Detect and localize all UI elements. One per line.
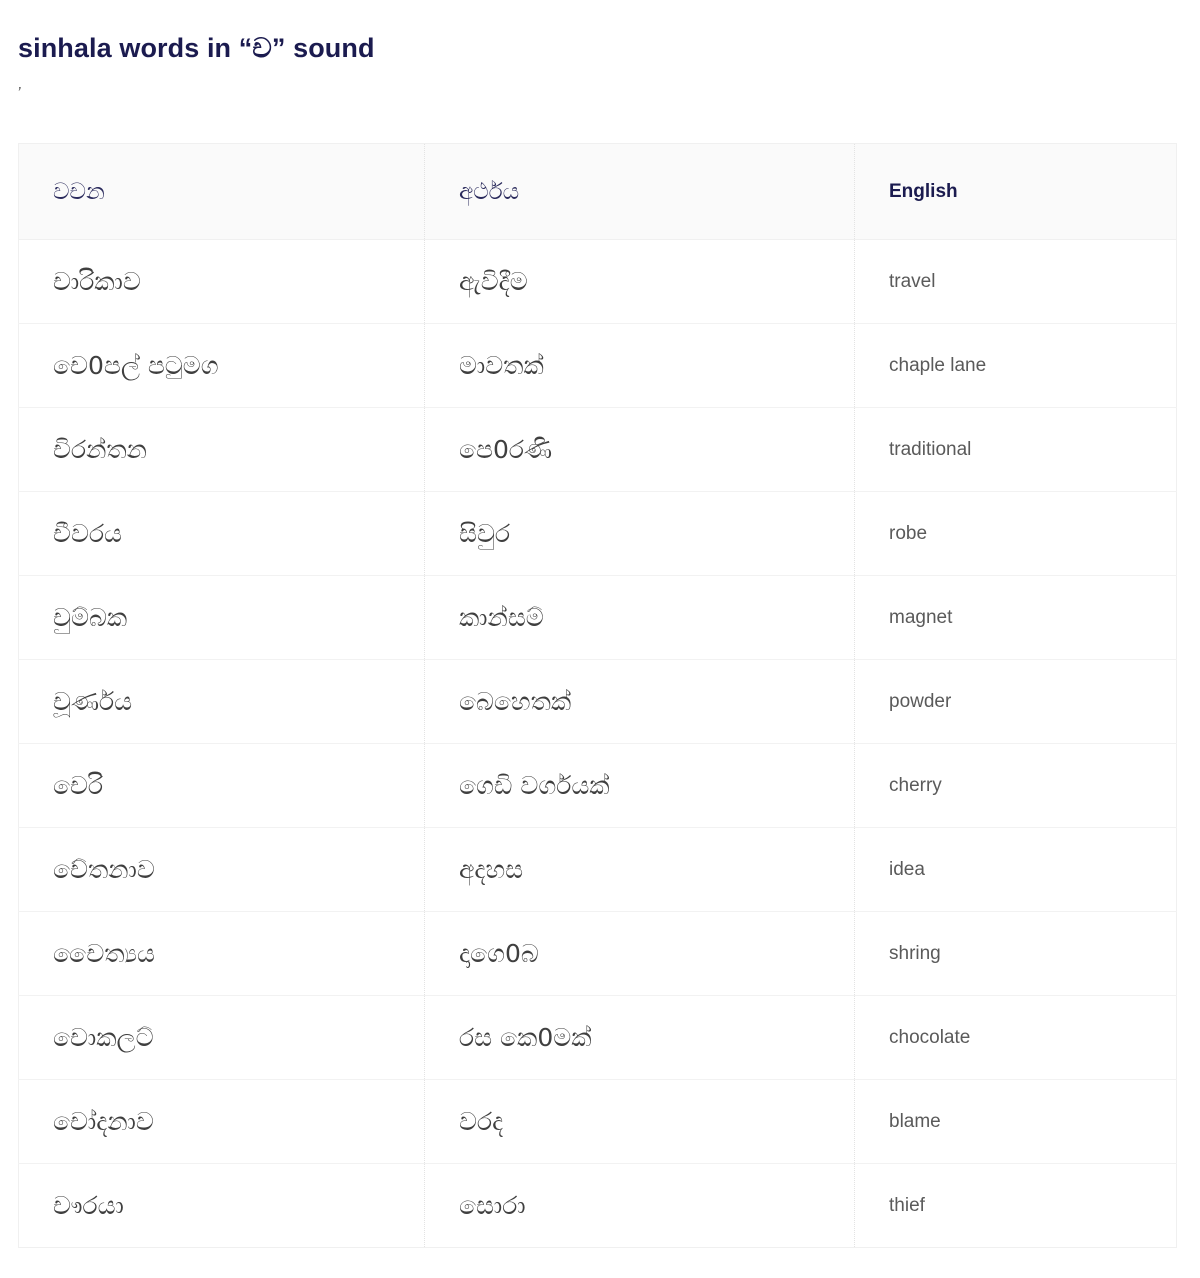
column-header-meaning: අර්ථය xyxy=(424,143,855,240)
cell-english: thief xyxy=(854,1163,1177,1248)
cell-word: චොකලට් xyxy=(18,995,425,1080)
cell-meaning: ඇවිදීම xyxy=(424,239,855,324)
cell-word: චෙ0පල් පටුමග xyxy=(18,323,425,408)
words-table-container: වචන අර්ථය English චාරිකාව ඇවිදීම travel චෙ0… xyxy=(18,143,1177,1248)
cell-english: powder xyxy=(854,659,1177,744)
table-row: චෟරයා සොරා thief xyxy=(18,1163,1177,1248)
table-row: චිරන්තන පෙ0රණි traditional xyxy=(18,407,1177,492)
page-title: sinhala words in “ච” sound xyxy=(18,32,375,66)
cell-meaning: සිවුර xyxy=(424,491,855,576)
cell-english: robe xyxy=(854,491,1177,576)
cell-word: චූර්ණය xyxy=(18,659,425,744)
cell-english: shring xyxy=(854,911,1177,996)
cell-word: චෛත්‍යය xyxy=(18,911,425,996)
cell-english: magnet xyxy=(854,575,1177,660)
cell-word: චීවරය xyxy=(18,491,425,576)
cell-word: චිරන්තන xyxy=(18,407,425,492)
cell-meaning: කාන්සම් xyxy=(424,575,855,660)
table-row: චේතනාව අදහස idea xyxy=(18,827,1177,912)
table-row: චූර්ණය බෙහෙතක් powder xyxy=(18,659,1177,744)
cell-word: චුම්බක xyxy=(18,575,425,660)
table-row: චුම්බක කාන්සම් magnet xyxy=(18,575,1177,660)
cell-meaning: දාගෙ0බ xyxy=(424,911,855,996)
table-body: චාරිකාව ඇවිදීම travel චෙ0පල් පටුමග මාවතක් cha… xyxy=(18,239,1177,1248)
page-title-suffix: ” sound xyxy=(271,33,375,64)
cell-word: චාරිකාව xyxy=(18,239,425,324)
table-header-row: වචන අර්ථය English xyxy=(18,143,1177,240)
cell-english: idea xyxy=(854,827,1177,912)
sinhala-words-table: වචන අර්ථය English චාරිකාව ඇවිදීම travel චෙ0… xyxy=(18,143,1177,1248)
column-header-english: English xyxy=(854,143,1177,240)
cell-meaning: අදහස xyxy=(424,827,855,912)
cell-english: cherry xyxy=(854,743,1177,828)
table-row: චෙරි ගෙඩි වර්ගයක් cherry xyxy=(18,743,1177,828)
cell-word: චෝදනාව xyxy=(18,1079,425,1164)
cell-meaning: වරද xyxy=(424,1079,855,1164)
page-title-prefix: sinhala words in “ xyxy=(18,33,253,64)
cell-english: blame xyxy=(854,1079,1177,1164)
page-title-sinhala-letter: ච xyxy=(252,33,272,64)
table-row: චොකලට් රස කෙ0මක් chocolate xyxy=(18,995,1177,1080)
table-row: චීවරය සිවුර robe xyxy=(18,491,1177,576)
cell-word: චෟරයා xyxy=(18,1163,425,1248)
column-header-word: වචන xyxy=(18,143,425,240)
table-row: චෙ0පල් පටුමග මාවතක් chaple lane xyxy=(18,323,1177,408)
cell-meaning: බෙහෙතක් xyxy=(424,659,855,744)
cell-word: චේතනාව xyxy=(18,827,425,912)
table-row: චෝදනාව වරද blame xyxy=(18,1079,1177,1164)
cell-meaning: පෙ0රණි xyxy=(424,407,855,492)
cell-meaning: මාවතක් xyxy=(424,323,855,408)
cell-meaning: රස කෙ0මක් xyxy=(424,995,855,1080)
cell-meaning: ගෙඩි වර්ගයක් xyxy=(424,743,855,828)
table-row: චාරිකාව ඇවිදීම travel xyxy=(18,239,1177,324)
cell-english: chocolate xyxy=(854,995,1177,1080)
cell-english: chaple lane xyxy=(854,323,1177,408)
cell-english: traditional xyxy=(854,407,1177,492)
cell-meaning: සොරා xyxy=(424,1163,855,1248)
subtitle-mark: ’ xyxy=(17,85,21,102)
table-header: වචන අර්ථය English xyxy=(18,143,1177,240)
cell-word: චෙරි xyxy=(18,743,425,828)
table-row: චෛත්‍යය දාගෙ0බ shring xyxy=(18,911,1177,996)
cell-english: travel xyxy=(854,239,1177,324)
